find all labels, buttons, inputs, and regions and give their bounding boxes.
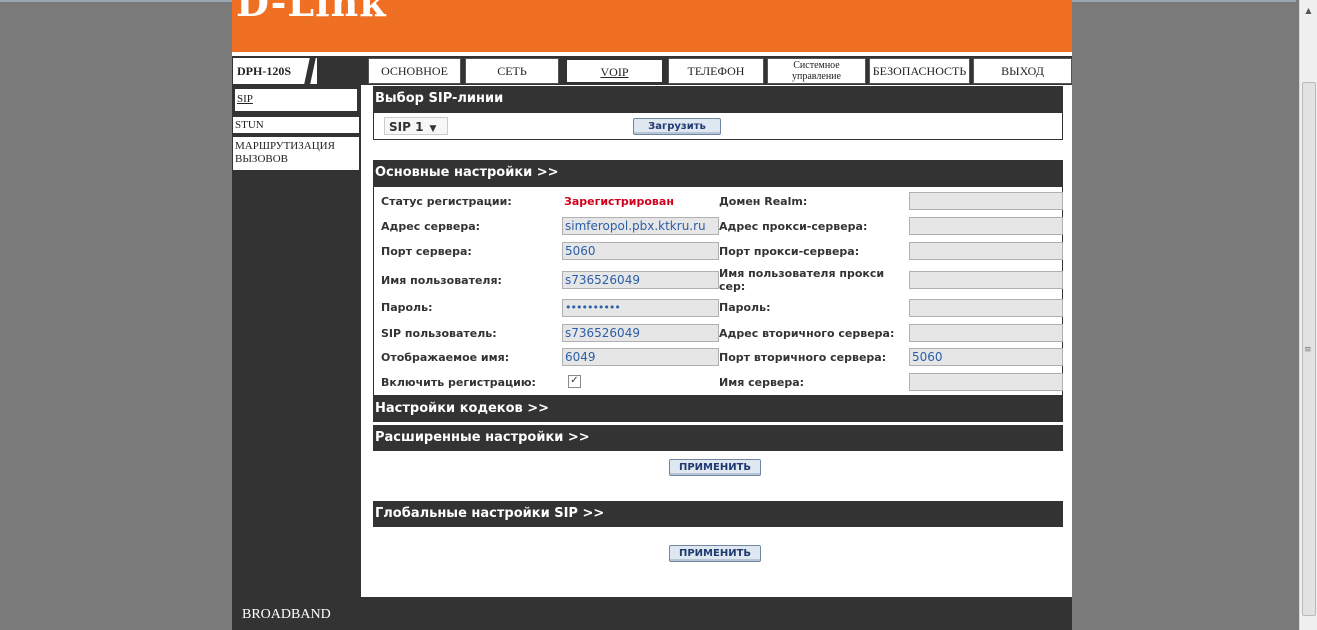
reg-status-value: Зарегистрирован [564,195,674,208]
proxy-username-field[interactable] [909,271,1063,289]
global-sip-settings-header[interactable]: Глобальные настройки SIP >> [373,501,1063,527]
server-name-label: Имя сервера: [719,376,805,389]
sidebar-item-sip[interactable]: SIP [233,87,359,113]
top-navigation: DPH-120S ОСНОВНОЕ СЕТЬ VOIP ТЕЛЕФОН Сист… [232,56,1072,85]
chevron-down-icon: ▼ [429,124,437,134]
password-label: Пароль: [381,301,433,314]
basic-settings-header[interactable]: Основные настройки >> [373,160,1063,186]
header-banner: D-Link [232,0,1072,52]
server-name-field[interactable] [909,373,1063,391]
enable-registration-label: Включить регистрацию: [381,376,536,389]
tab-logout[interactable]: ВЫХОД [973,58,1072,84]
sidebar-item-call-routing[interactable]: МАРШРУТИЗАЦИЯ ВЫЗОВОВ [233,137,359,170]
sip-user-field[interactable]: s736526049 [562,324,719,342]
display-name-label: Отображаемое имя: [381,351,510,364]
proxy-address-field[interactable] [909,217,1063,235]
proxy-port-field[interactable] [909,242,1063,260]
server-port-label: Порт сервера: [381,245,472,258]
secondary-server-port-field[interactable]: 5060 [909,348,1063,366]
model-label: DPH-120S [233,58,361,84]
enable-registration-checkbox[interactable]: ✓ [568,375,581,388]
basic-settings-panel: Статус регистрации: Зарегистрирован Адре… [373,186,1063,396]
username-field[interactable]: s736526049 [562,271,719,289]
tab-voip[interactable]: VOIP [565,58,664,84]
proxy-password-field[interactable] [909,299,1063,317]
sip-line-select[interactable]: SIP 1 ▼ [384,117,448,135]
line-select-box: SIP 1 ▼ Загрузить [373,112,1063,140]
proxy-port-label: Порт прокси-сервера: [719,245,860,258]
sidebar-item-stun[interactable]: STUN [233,117,359,133]
tab-phone[interactable]: ТЕЛЕФОН [668,58,764,84]
apply-button-2[interactable]: ПРИМЕНИТЬ [669,545,761,562]
tab-security[interactable]: БЕЗОПАСНОСТЬ [869,58,970,84]
router-web-page: D-Link DPH-120S ОСНОВНОЕ СЕТЬ VOIP ТЕЛЕФ… [232,0,1072,630]
codec-settings-header[interactable]: Настройки кодеков >> [373,396,1063,422]
reg-status-label: Статус регистрации: [381,195,512,208]
line-select-header: Выбор SIP-линии [373,86,1063,112]
server-address-label: Адрес сервера: [381,220,481,233]
sip-user-label: SIP пользователь: [381,327,497,340]
secondary-server-address-label: Адрес вторичного сервера: [719,327,895,340]
display-name-field[interactable]: 6049 [562,348,719,366]
username-label: Имя пользователя: [381,274,502,287]
scroll-grip-icon: ≡ [1304,345,1312,355]
footer-bar: BROADBAND [232,597,1072,630]
realm-label: Домен Realm: [719,195,808,208]
proxy-username-label: Имя пользователя прокси сер: [719,267,885,293]
vertical-scrollbar[interactable]: ▲ ≡ [1299,0,1317,630]
advanced-settings-header[interactable]: Расширенные настройки >> [373,425,1063,451]
dlink-logo: D-Link [236,0,387,25]
tab-system-management[interactable]: Системное управление [767,58,866,84]
footer-text: BROADBAND [242,607,331,622]
realm-field[interactable] [909,192,1063,210]
sidebar: SIP STUN МАРШРУТИЗАЦИЯ ВЫЗОВОВ [232,85,361,597]
apply-button[interactable]: ПРИМЕНИТЬ [669,459,761,476]
tab-basic[interactable]: ОСНОВНОЕ [368,58,461,84]
secondary-server-address-field[interactable] [909,324,1063,342]
server-address-field[interactable]: simferopol.pbx.ktkru.ru [562,217,719,235]
check-icon: ✓ [570,375,579,386]
tab-network[interactable]: СЕТЬ [465,58,559,84]
server-port-field[interactable]: 5060 [562,242,719,260]
password-field[interactable]: •••••••••• [562,299,719,317]
secondary-server-port-label: Порт вторичного сервера: [719,351,887,364]
proxy-password-label: Пароль: [719,301,771,314]
proxy-address-label: Адрес прокси-сервера: [719,220,868,233]
scroll-up-icon[interactable]: ▲ [1300,2,1317,19]
load-button[interactable]: Загрузить [633,118,721,135]
